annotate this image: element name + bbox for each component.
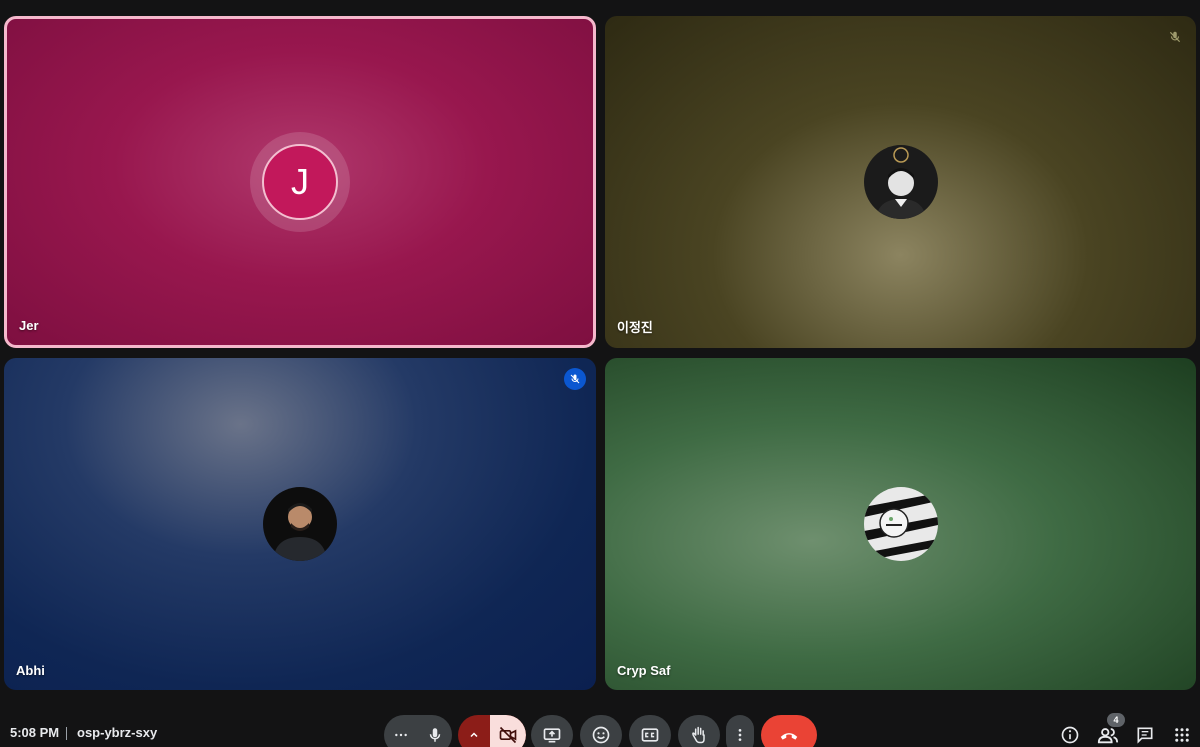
raise-hand-button[interactable] — [678, 715, 720, 747]
avatar — [863, 145, 938, 219]
more-horiz-icon[interactable] — [393, 727, 409, 743]
call-end-icon — [778, 724, 800, 746]
avatar: J — [262, 144, 338, 220]
participant-tile-abhi[interactable]: Abhi — [4, 358, 596, 690]
participant-name: Abhi — [16, 663, 45, 678]
hand-icon — [689, 725, 709, 745]
mic-group — [384, 715, 452, 747]
camera-group — [458, 715, 526, 747]
participant-name: Cryp Saf — [617, 663, 671, 678]
present-screen-icon — [542, 725, 562, 745]
divider — [66, 727, 67, 740]
participant-name: 이정진 — [617, 320, 653, 335]
reactions-button[interactable] — [580, 715, 622, 747]
avatar — [263, 487, 337, 561]
captions-button[interactable] — [629, 715, 671, 747]
chevron-up-icon[interactable] — [458, 729, 490, 741]
participant-name: Jer — [19, 318, 39, 333]
participant-tile-jer[interactable]: J Jer — [4, 16, 596, 348]
participant-tile-lee[interactable]: 이정진 — [605, 16, 1196, 348]
apps-grid-icon[interactable] — [1170, 723, 1194, 747]
info-icon[interactable] — [1058, 723, 1082, 747]
videocam-off-icon[interactable] — [490, 715, 526, 747]
more-vert-icon — [732, 727, 748, 743]
chat-icon[interactable] — [1133, 723, 1157, 747]
mic-off-icon — [564, 368, 586, 390]
mic-off-icon — [1164, 26, 1186, 48]
people-count-badge: 4 — [1107, 713, 1125, 727]
leave-call-button[interactable] — [761, 715, 817, 747]
avatar-ring: J — [250, 132, 350, 232]
mic-icon[interactable] — [426, 726, 444, 744]
captions-icon — [640, 725, 660, 745]
more-options-button[interactable] — [726, 715, 754, 747]
participant-tile-cryp-saf[interactable]: Cryp Saf — [605, 358, 1196, 690]
meeting-code: osp-ybrz-sxy — [77, 725, 158, 740]
meeting-time: 5:08 PM — [10, 725, 60, 740]
emoji-icon — [591, 725, 611, 745]
meeting-stage: J Jer 이정진 Abhi Cryp Saf 5:08 PM osp-ybrz… — [0, 0, 1200, 747]
avatar — [863, 487, 938, 561]
present-button[interactable] — [531, 715, 573, 747]
bottom-toolbar: 5:08 PM osp-ybrz-sxy 4 — [0, 705, 1200, 747]
